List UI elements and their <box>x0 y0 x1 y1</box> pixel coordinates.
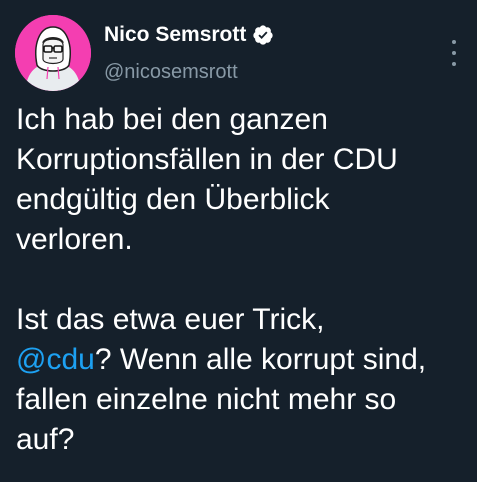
tweet-text: Ich hab bei den ganzen Korruptionsfällen… <box>16 100 466 460</box>
tweet-card: Nico Semsrott @nicosemsrott Ich hab bei … <box>0 0 477 482</box>
tweet-line: Ich hab bei den ganzen <box>16 103 328 136</box>
display-name[interactable]: Nico Semsrott <box>104 22 246 48</box>
tweet-line: verloren. <box>16 223 133 256</box>
tweet-line: fallen einzelne nicht mehr so <box>16 383 397 416</box>
avatar-illustration <box>15 15 91 91</box>
more-dot <box>452 40 456 44</box>
avatar[interactable] <box>15 15 91 91</box>
more-dot <box>452 51 456 55</box>
mention-link[interactable]: @cdu <box>16 343 95 376</box>
tweet-paragraph-2: Ist das etwa euer Trick, @cdu? Wenn alle… <box>16 300 466 460</box>
tweet-line: Korruptionsfällen in der CDU <box>16 143 398 176</box>
tweet-line: endgültig den Überblick <box>16 183 330 216</box>
more-dot <box>452 62 456 66</box>
verified-badge-icon <box>253 25 273 45</box>
tweet-line: Ist das etwa euer Trick, <box>16 303 325 336</box>
user-handle[interactable]: @nicosemsrott <box>104 60 238 84</box>
tweet-paragraph-1: Ich hab bei den ganzen Korruptionsfällen… <box>16 100 466 260</box>
tweet-line: auf? <box>16 423 75 456</box>
tweet-text-fragment: ? Wenn alle korrupt sind, <box>94 343 427 376</box>
more-vertical-icon[interactable] <box>446 40 462 66</box>
name-row[interactable]: Nico Semsrott <box>104 22 274 48</box>
tweet-line-with-mention: @cdu? Wenn alle korrupt sind, <box>16 340 466 380</box>
